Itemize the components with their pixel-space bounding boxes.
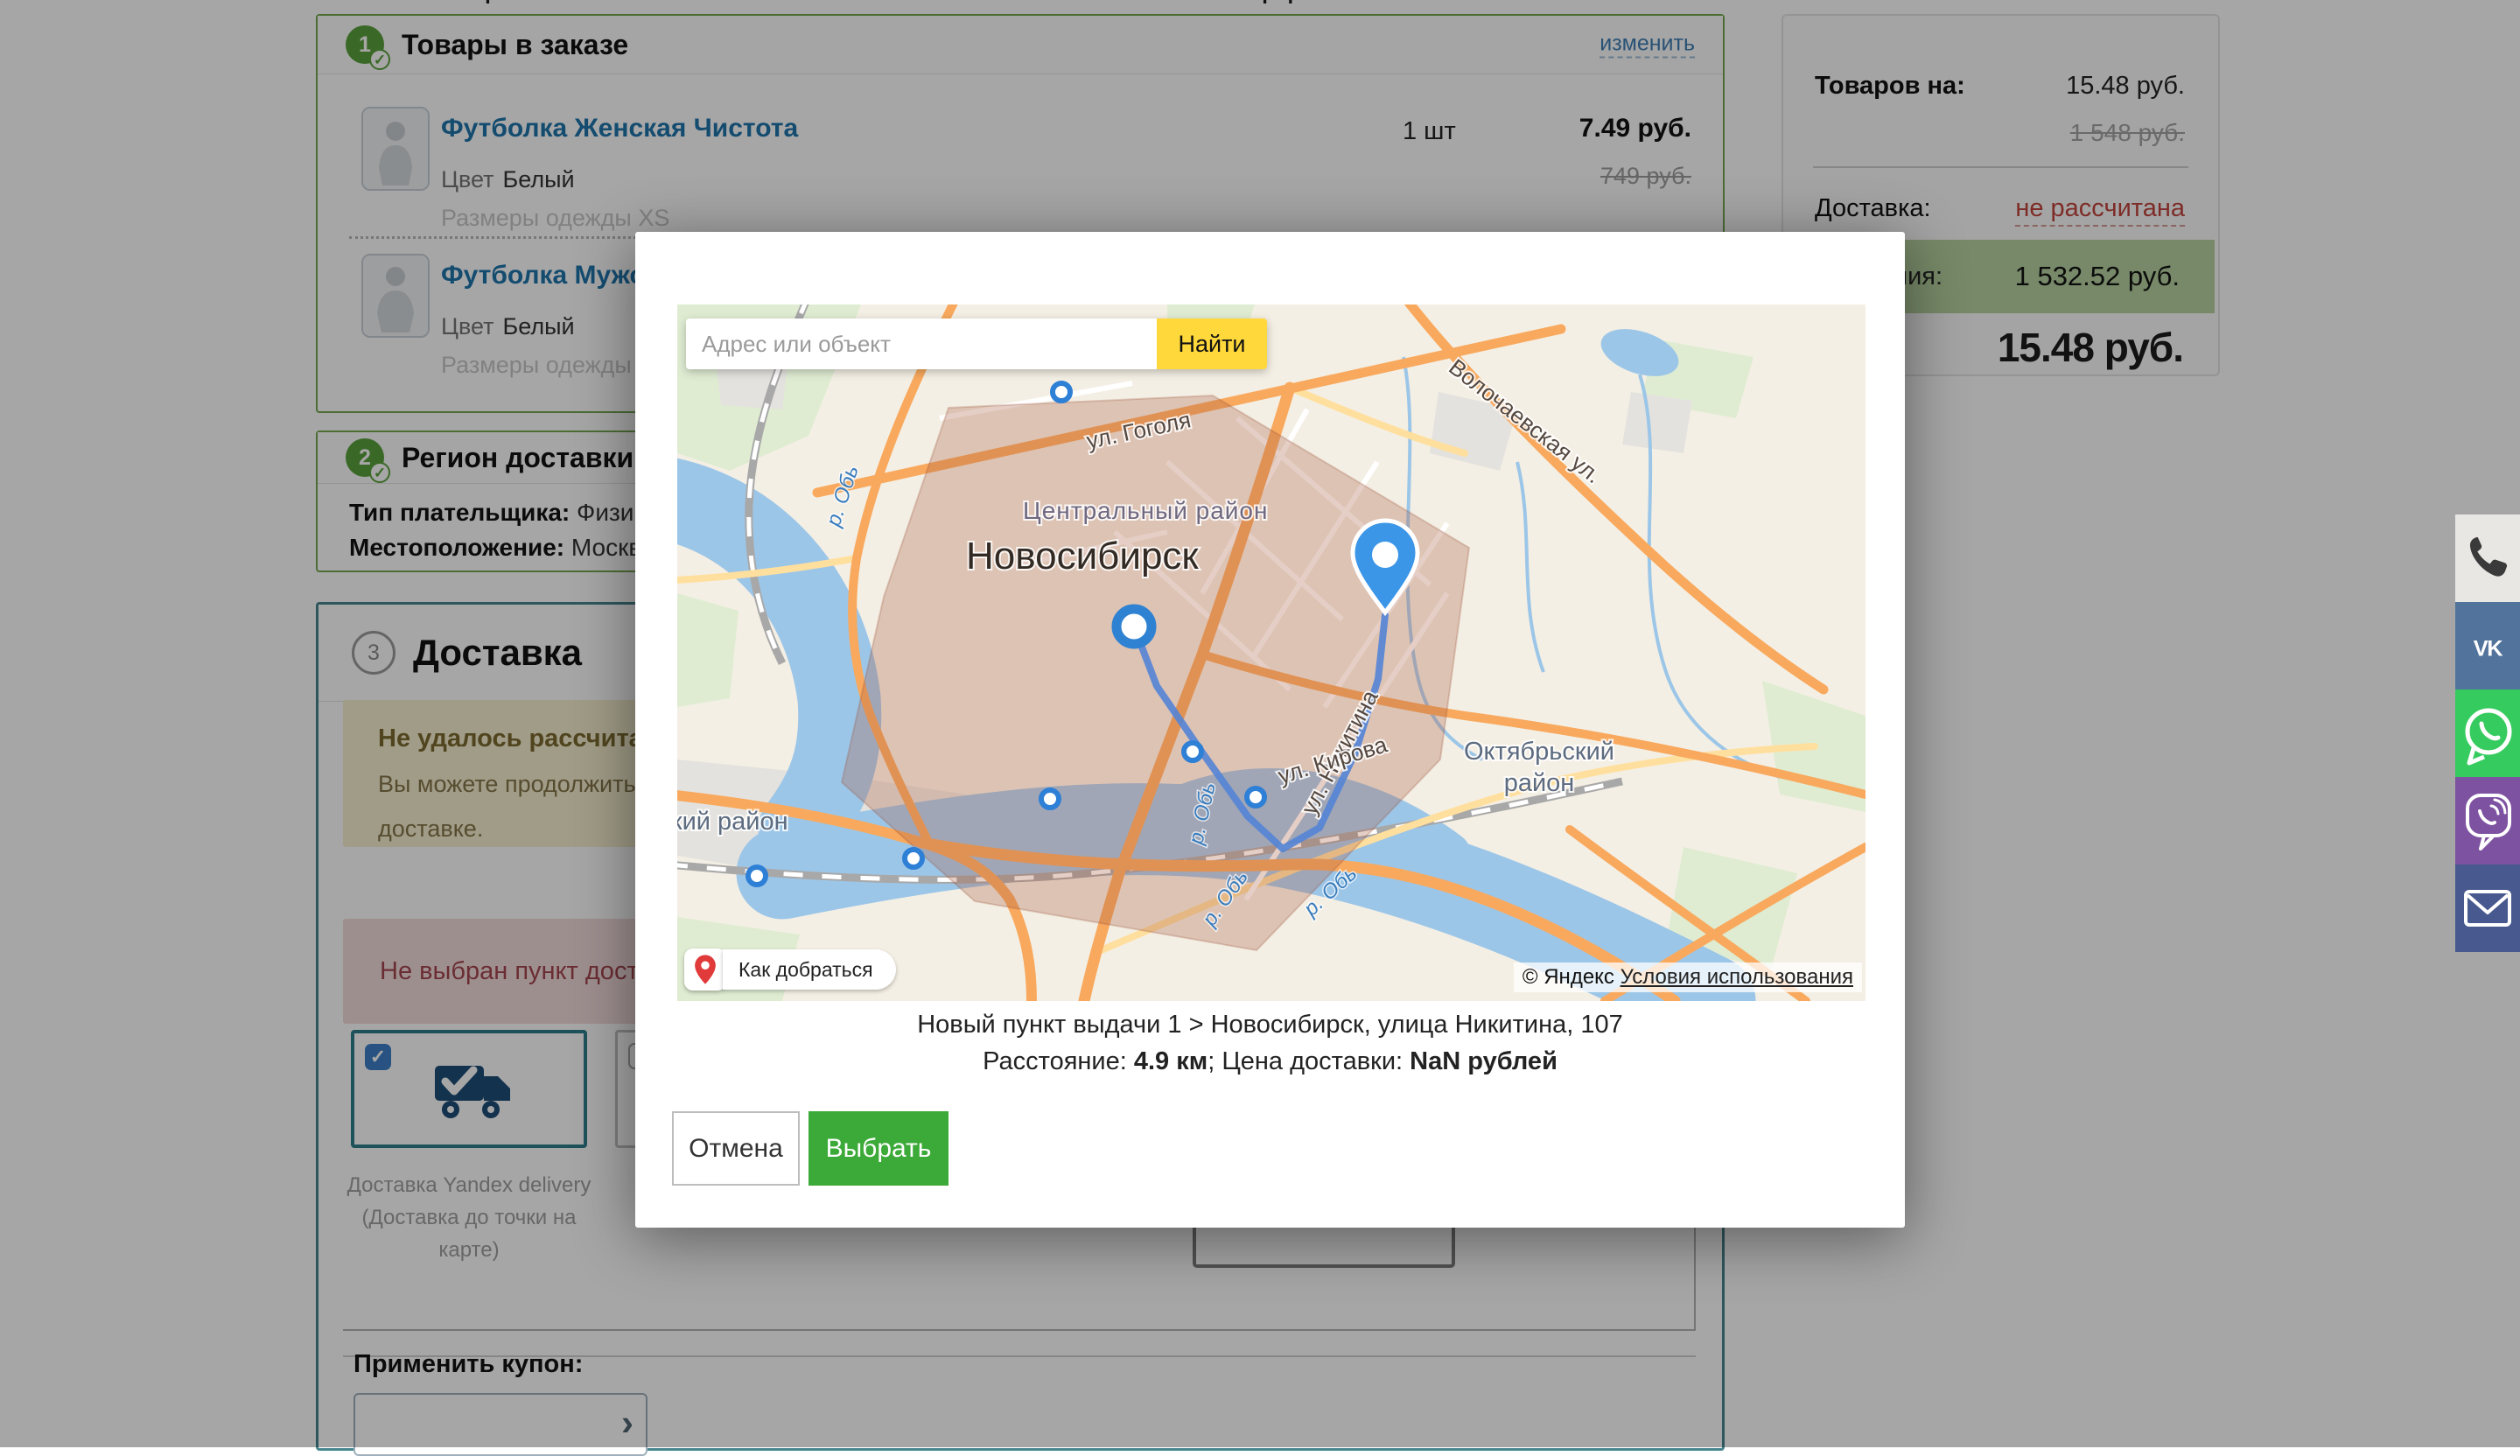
label-left-district: Ленинский район	[677, 808, 788, 836]
price-label: ; Цена доставки:	[1208, 1047, 1410, 1075]
route-chip[interactable]: Как добраться	[684, 948, 896, 990]
distance-price-caption: Расстояние: 4.9 км; Цена доставки: NaN р…	[635, 1047, 1905, 1076]
terms-of-use-link[interactable]: Условия использования	[1620, 965, 1853, 989]
social-sidebar: VK	[2455, 514, 2520, 952]
whatsapp-button[interactable]	[2455, 690, 2520, 777]
route-chip-label: Как добраться	[723, 949, 896, 990]
map-search-bar: Найти	[686, 318, 1267, 369]
label-october-district-1: Октябрьский	[1464, 738, 1614, 766]
yandex-map[interactable]: ул. Гоголя Волочаевская ул. ул. Никитина…	[677, 304, 1866, 1001]
pickup-point-caption: Новый пункт выдачи 1 > Новосибирск, улиц…	[917, 1011, 1623, 1039]
map-search-button[interactable]: Найти	[1157, 318, 1267, 369]
phone-contact-button[interactable]	[2455, 514, 2520, 602]
label-october-district-2: район	[1504, 769, 1575, 797]
svg-text:VK: VK	[2474, 636, 2504, 661]
whatsapp-icon	[2465, 708, 2512, 766]
distance-label: Расстояние:	[983, 1047, 1134, 1075]
attribution-copyright: © Яндекс	[1522, 965, 1614, 989]
vk-icon: VK	[2474, 636, 2505, 661]
distance-value: 4.9 км	[1133, 1047, 1208, 1075]
viber-button[interactable]	[2455, 777, 2520, 864]
label-central-district: Центральный район	[1023, 497, 1268, 524]
map-attribution: © Яндекс Условия использования	[1513, 962, 1862, 992]
map-picker-modal: ул. Гоголя Волочаевская ул. ул. Никитина…	[635, 232, 1905, 1228]
vk-button[interactable]: VK	[2455, 602, 2520, 690]
label-city: Новосибирск	[966, 535, 1199, 578]
cancel-button[interactable]: Отмена	[672, 1111, 800, 1186]
email-button[interactable]	[2455, 864, 2520, 952]
email-icon	[2464, 890, 2511, 927]
map-canvas: ул. Гоголя Волочаевская ул. ул. Никитина…	[677, 304, 1866, 1001]
yandex-pin-icon	[684, 948, 726, 990]
origin-point-marker[interactable]	[1111, 604, 1157, 649]
viber-icon	[2466, 794, 2511, 850]
select-button[interactable]: Выбрать	[808, 1111, 948, 1186]
phone-icon	[2469, 536, 2508, 577]
map-search-input[interactable]	[686, 318, 1157, 369]
price-value: NaN рублей	[1410, 1047, 1558, 1075]
